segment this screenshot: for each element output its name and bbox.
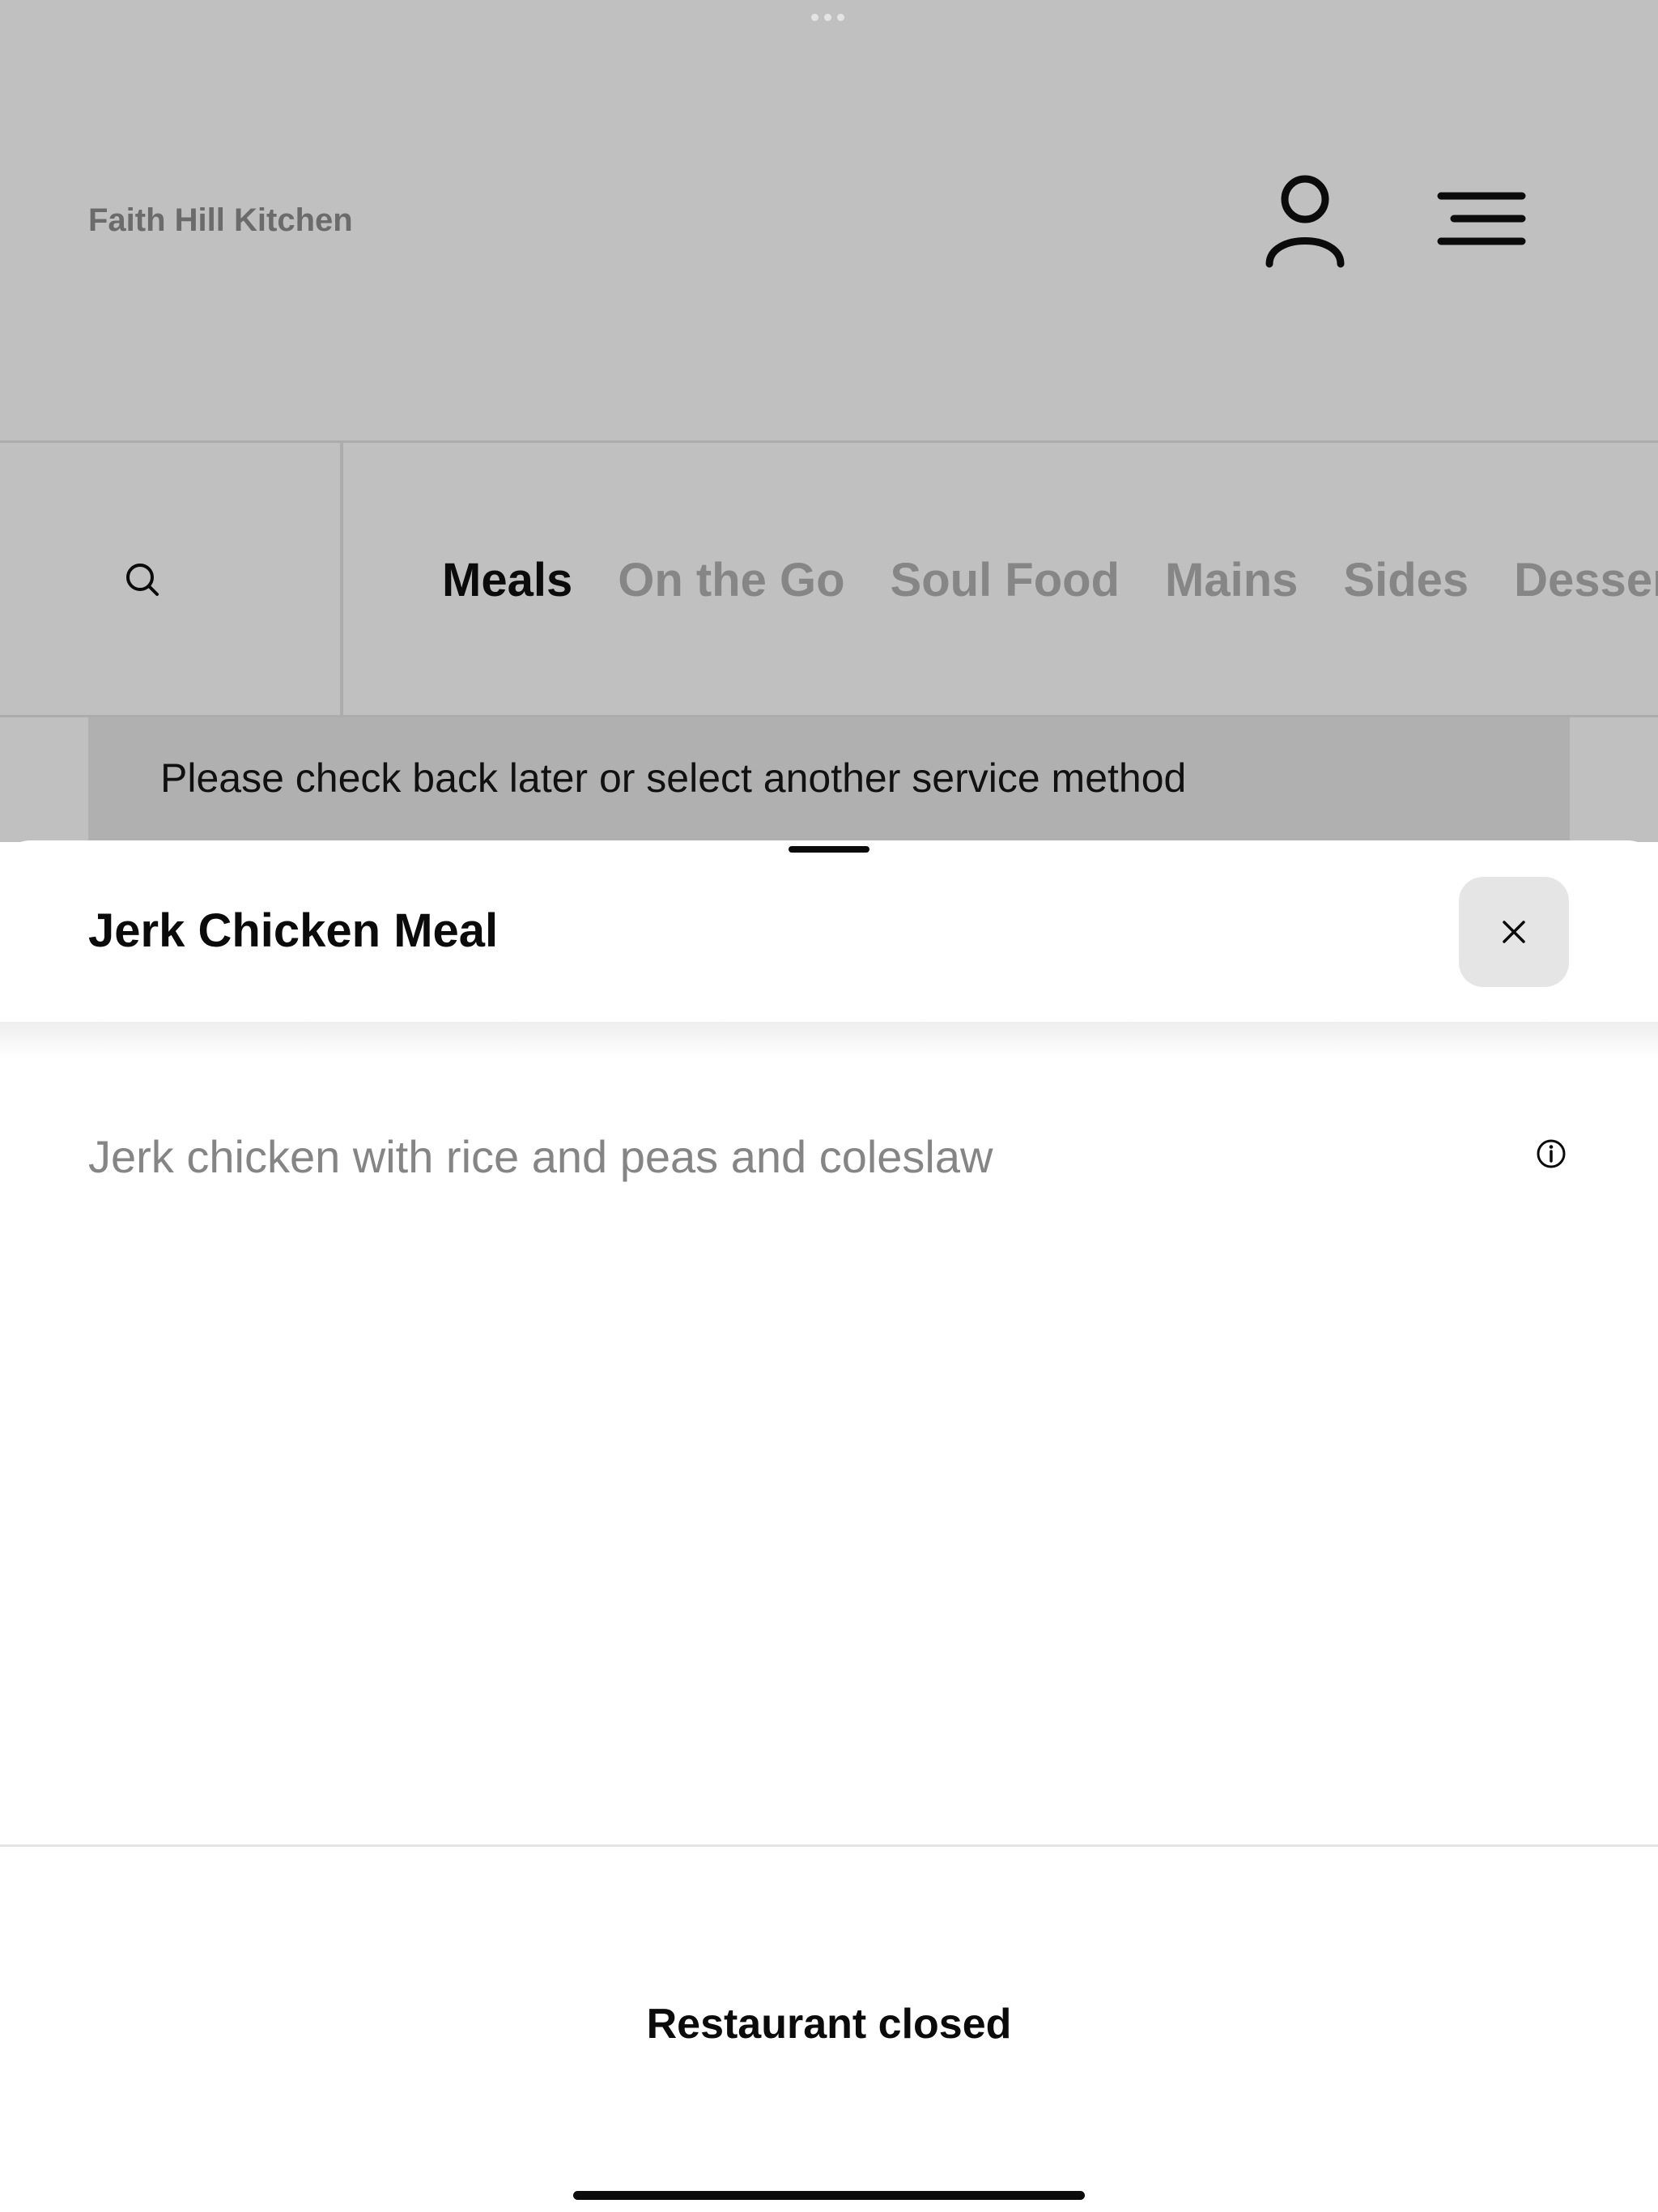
search-icon [126, 564, 159, 596]
header-shadow [0, 1022, 1658, 1059]
user-icon [1265, 175, 1345, 268]
item-title: Jerk Chicken Meal [88, 904, 499, 957]
search-button[interactable] [0, 443, 343, 715]
background-page: Faith Hill Kitchen Meals On the Go Soul … [0, 0, 1658, 847]
restaurant-closed-status: Restaurant closed [646, 2001, 1012, 2048]
tab-mains[interactable]: Mains [1165, 553, 1298, 607]
menu-button[interactable] [1435, 186, 1528, 251]
hamburger-menu-icon [1437, 192, 1526, 245]
category-bar: Meals On the Go Soul Food Mains Sides De… [0, 440, 1658, 717]
category-tabs: Meals On the Go Soul Food Mains Sides De… [442, 553, 1658, 607]
site-header: Faith Hill Kitchen [0, 0, 1658, 440]
item-detail-sheet: Jerk Chicken Meal Jerk chicken with rice… [0, 840, 1658, 2212]
tab-on-the-go[interactable]: On the Go [618, 553, 844, 607]
info-icon[interactable] [1535, 1138, 1567, 1170]
sheet-grabber-handle[interactable] [789, 846, 869, 853]
tab-meals[interactable]: Meals [442, 553, 572, 607]
sheet-header: Jerk Chicken Meal [0, 840, 1658, 1022]
service-notice-text: Please check back later or select anothe… [160, 755, 1187, 801]
footer-divider [0, 1844, 1658, 1847]
tab-sides[interactable]: Sides [1343, 553, 1469, 607]
tab-desserts[interactable]: Desser [1514, 553, 1658, 607]
restaurant-name[interactable]: Faith Hill Kitchen [88, 202, 353, 239]
close-icon [1503, 921, 1525, 943]
tab-soul-food[interactable]: Soul Food [891, 553, 1120, 607]
account-button[interactable] [1256, 170, 1354, 275]
service-notice-banner: Please check back later or select anothe… [88, 717, 1570, 847]
home-indicator[interactable] [573, 2191, 1085, 2200]
item-description: Jerk chicken with rice and peas and cole… [88, 1131, 993, 1182]
close-button[interactable] [1459, 877, 1569, 987]
